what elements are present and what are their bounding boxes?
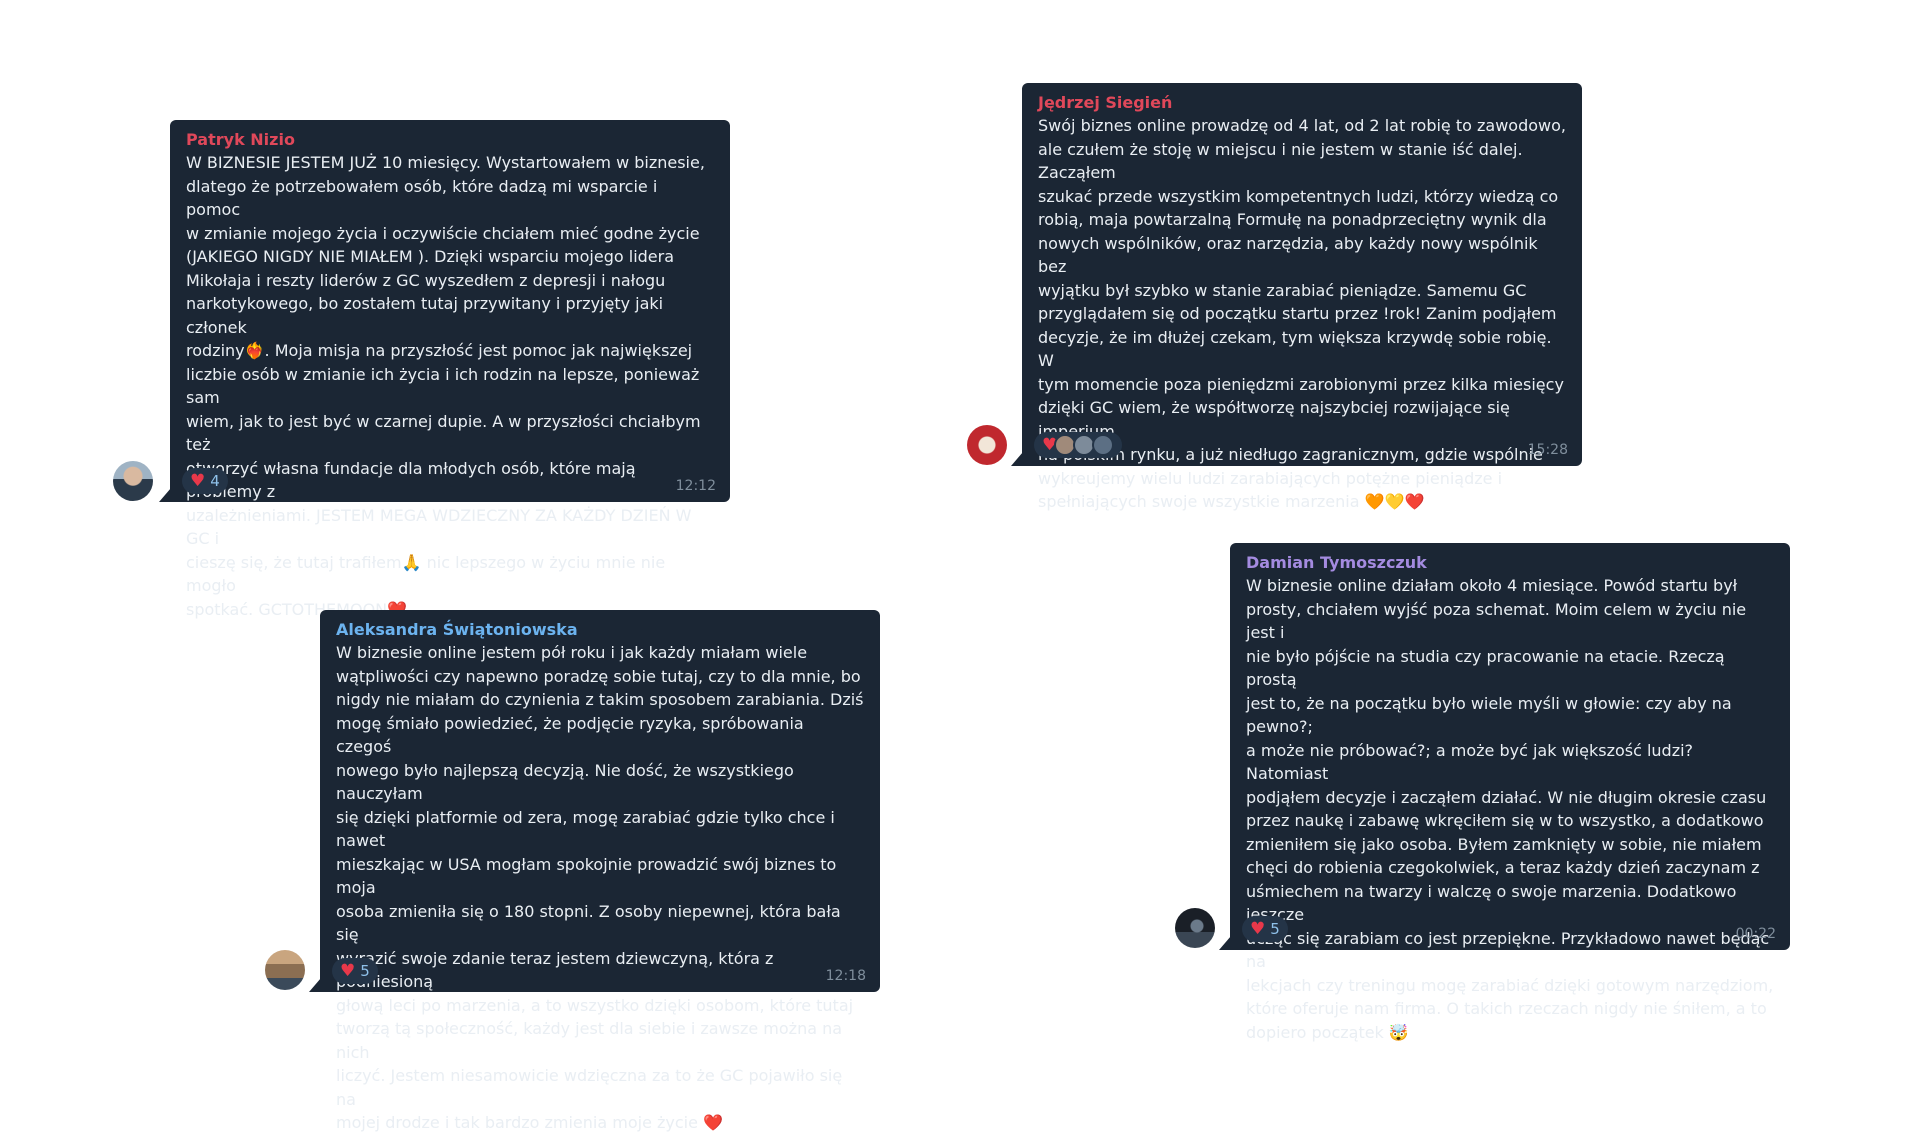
reaction-count: 4 [210,472,220,490]
sender-name[interactable]: Aleksandra Świątoniowska [336,619,864,641]
avatar-damian[interactable] [1175,908,1215,948]
message-bubble[interactable]: Jędrzej Siegień Swój biznes online prowa… [1011,83,1582,511]
message-text: W biznesie online jestem pół roku i jak … [336,643,864,1132]
reactor-avatar [1092,434,1115,456]
message-time: 00:22 [1735,926,1776,942]
reaction-count: 5 [360,962,370,980]
avatar-jedrzej[interactable] [967,425,1007,465]
avatar-aleksandra[interactable] [265,950,305,990]
message-text: W BIZNESIE JESTEM JUŻ 10 miesięcy. Wysta… [186,153,705,619]
sender-name[interactable]: Damian Tymoszczuk [1246,552,1774,574]
message-text: W biznesie online działam około 4 miesią… [1246,576,1774,1042]
reaction-count: 5 [1270,920,1280,938]
heart-icon: ♥ [190,470,206,491]
heart-icon: ♥ [340,960,356,981]
heart-icon: ♥ [1250,918,1266,939]
message-bubble[interactable]: Patryk Nizio W BIZNESIE JESTEM JUŻ 10 mi… [159,120,730,619]
reaction-badge[interactable]: ♥ 5 [332,958,378,984]
reaction-badge[interactable]: ♥ 5 [1242,916,1288,942]
sender-name[interactable]: Jędrzej Siegień [1038,92,1566,114]
sender-name[interactable]: Patryk Nizio [186,129,714,151]
message-bubble[interactable]: Damian Tymoszczuk W biznesie online dzia… [1219,543,1790,1042]
reaction-badge[interactable]: ♥ [1034,432,1123,458]
message-time: 12:18 [825,968,866,984]
reaction-badge[interactable]: ♥ 4 [182,468,228,494]
message-time: 15:28 [1527,442,1568,458]
avatar-patryk[interactable] [113,461,153,501]
message-bubble[interactable]: Aleksandra Świątoniowska W biznesie onli… [309,610,880,1132]
message-time: 12:12 [675,478,716,494]
